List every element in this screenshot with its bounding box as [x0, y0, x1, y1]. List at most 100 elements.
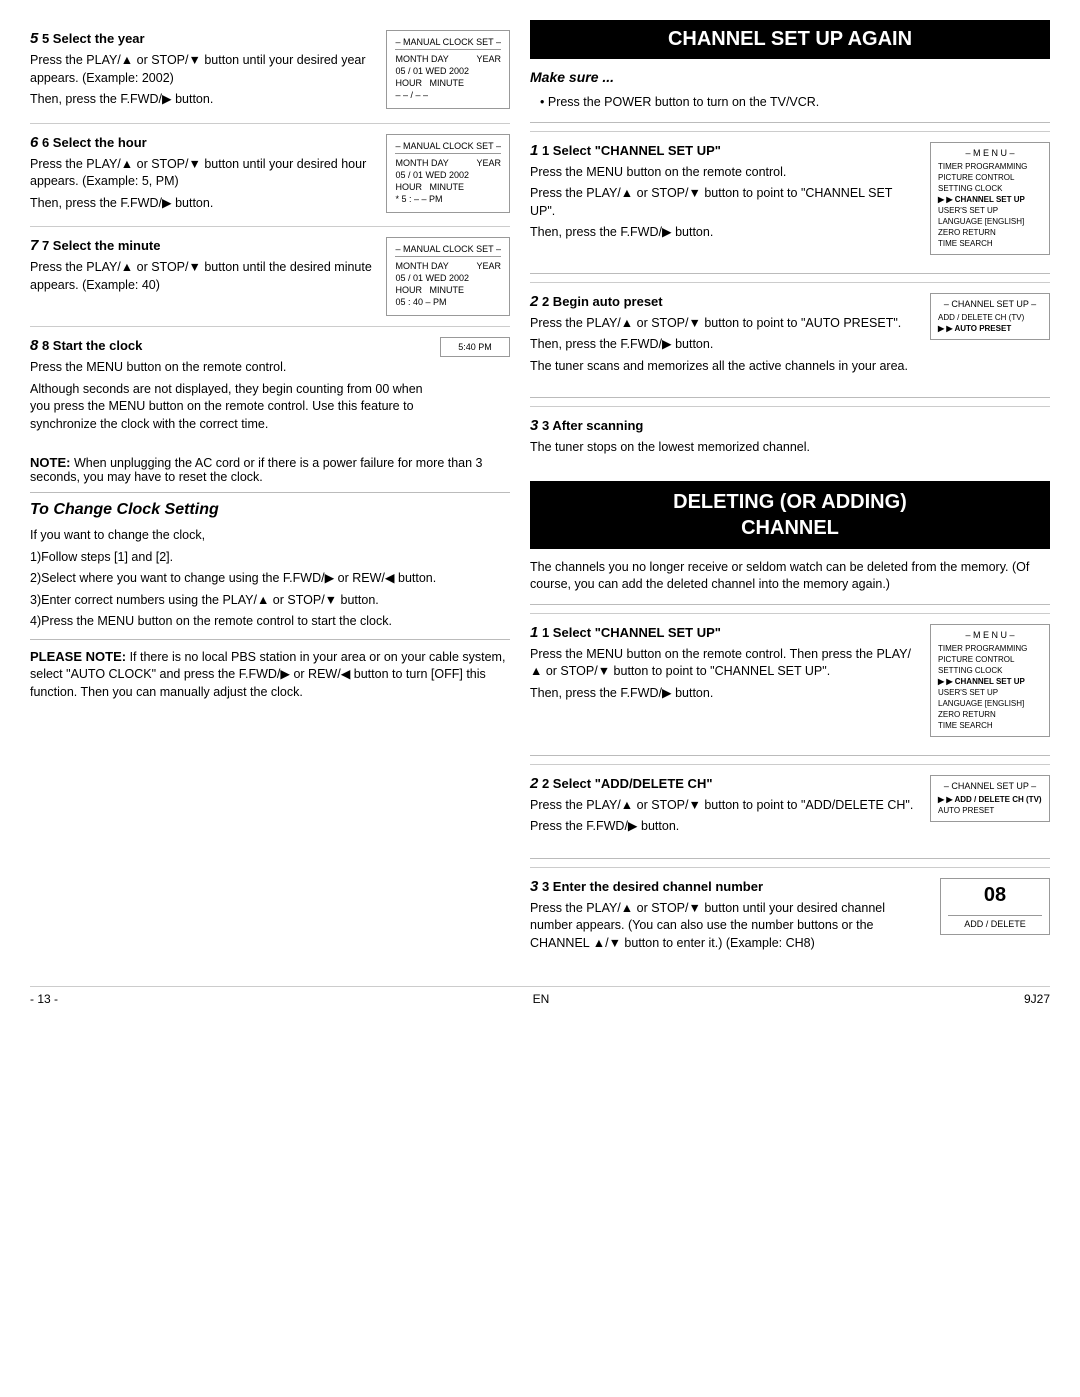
- step5-display: – MANUAL CLOCK SET – MONTH DAY YEAR 05 /…: [386, 30, 510, 109]
- r-step2-menu-title: – CHANNEL SET UP –: [938, 299, 1042, 309]
- to-change-item0: If you want to change the clock,: [30, 527, 510, 545]
- del-step3-title: 3 3 Enter the desired channel number: [530, 878, 930, 895]
- step8-title: 8 8 Start the clock: [30, 337, 430, 354]
- step6-display-title: – MANUAL CLOCK SET –: [395, 141, 501, 154]
- page-container: 5 5 Select the year Press the PLAY/▲ or …: [30, 20, 1050, 966]
- del-step1-menu: – M E N U – TIMER PROGRAMMING PICTURE CO…: [930, 624, 1050, 737]
- to-change-item1: 1)Follow steps [1] and [2].: [30, 549, 510, 567]
- step8-block: 8 8 Start the clock Press the MENU butto…: [30, 326, 510, 447]
- step7-block: 7 7 Select the minute Press the PLAY/▲ o…: [30, 226, 510, 326]
- step5-title: 5 5 Select the year: [30, 30, 376, 47]
- r-step1-body1: Press the MENU button on the remote cont…: [530, 164, 920, 182]
- step6-display: – MANUAL CLOCK SET – MONTH DAY YEAR 05 /…: [386, 134, 510, 213]
- make-sure-bullet: Press the POWER button to turn on the TV…: [540, 93, 1050, 112]
- r-step2-title: 2 2 Begin auto preset: [530, 293, 920, 310]
- menu-item-time-search: TIME SEARCH: [938, 238, 1042, 249]
- deleting-header: DELETING (OR ADDING) CHANNEL: [530, 481, 1050, 549]
- deleting-intro: The channels you no longer receive or se…: [530, 559, 1050, 594]
- del-step3-label: ADD / DELETE: [948, 915, 1042, 929]
- to-change-item3: 3)Enter correct numbers using the PLAY/▲…: [30, 592, 510, 610]
- step5-month-day-label: MONTH DAY: [395, 54, 448, 64]
- r-step3-content: 3 3 After scanning The tuner stops on th…: [530, 417, 1050, 461]
- step7-year: YEAR: [476, 261, 501, 271]
- divider-r3: [530, 397, 1050, 398]
- step6-time-val: * 5 : – – PM: [395, 194, 442, 204]
- footer-page-num: - 13 -: [30, 992, 58, 1006]
- r-step2-body1: Press the PLAY/▲ or STOP/▼ button to poi…: [530, 315, 920, 333]
- step6-content: 6 6 Select the hour Press the PLAY/▲ or …: [30, 134, 376, 217]
- step5-year-label: YEAR: [476, 54, 501, 64]
- r-step1-block: 1 1 Select "CHANNEL SET UP" Press the ME…: [530, 131, 1050, 265]
- del-step2-menu: – CHANNEL SET UP – ▶ ADD / DELETE CH (TV…: [930, 775, 1050, 822]
- menu-item-auto-preset: ▶ AUTO PRESET: [938, 323, 1042, 334]
- note-block: NOTE: When unplugging the AC cord or if …: [30, 455, 510, 484]
- del-step1-menu-title: – M E N U –: [938, 630, 1042, 640]
- page-footer: - 13 - EN 9J27: [30, 986, 1050, 1006]
- step8-body1: Press the MENU button on the remote cont…: [30, 359, 430, 377]
- divider1: [30, 492, 510, 493]
- del-step2-body2: Press the F.FWD/▶ button.: [530, 818, 920, 836]
- make-sure-title: Make sure ...: [530, 69, 1050, 85]
- step6-year: YEAR: [476, 158, 501, 168]
- menu-item-channel-setup: ▶ CHANNEL SET UP: [938, 194, 1042, 205]
- menu-item-zero: ZERO RETURN: [938, 227, 1042, 238]
- please-note-block: PLEASE NOTE: If there is no local PBS st…: [30, 648, 510, 702]
- del-step2-menu-title: – CHANNEL SET UP –: [938, 781, 1042, 791]
- del-step1-body2: Then, press the F.FWD/▶ button.: [530, 685, 920, 703]
- to-change-section: To Change Clock Setting If you want to c…: [30, 501, 510, 631]
- menu-item-add-delete: ADD / DELETE CH (TV): [938, 312, 1042, 323]
- step5-hour-min-label: HOUR MINUTE: [395, 78, 464, 88]
- menu-item-users: USER'S SET UP: [938, 205, 1042, 216]
- to-change-title: To Change Clock Setting: [30, 501, 510, 519]
- r-step1-body3: Then, press the F.FWD/▶ button.: [530, 224, 920, 242]
- divider-r1: [530, 122, 1050, 123]
- del-step1-title: 1 1 Select "CHANNEL SET UP": [530, 624, 920, 641]
- deleting-title-line2: CHANNEL: [741, 517, 839, 539]
- r-step2-menu: – CHANNEL SET UP – ADD / DELETE CH (TV) …: [930, 293, 1050, 340]
- step6-month-day: MONTH DAY: [395, 158, 448, 168]
- r-step3-body: The tuner stops on the lowest memorized …: [530, 439, 1050, 457]
- menu-item-picture: PICTURE CONTROL: [938, 172, 1042, 183]
- step6-block: 6 6 Select the hour Press the PLAY/▲ or …: [30, 123, 510, 227]
- divider-r2: [530, 273, 1050, 274]
- del-step3-display: 08 ADD / DELETE: [940, 878, 1050, 935]
- step6-body1: Press the PLAY/▲ or STOP/▼ button until …: [30, 156, 376, 191]
- footer-lang: EN: [533, 992, 550, 1006]
- step7-content: 7 7 Select the minute Press the PLAY/▲ o…: [30, 237, 376, 298]
- menu-item-language: LANGUAGE [ENGLISH]: [938, 216, 1042, 227]
- r-step2-block: 2 2 Begin auto preset Press the PLAY/▲ o…: [530, 282, 1050, 390]
- footer-model: 9J27: [1024, 992, 1050, 1006]
- del-step1-body1: Press the MENU button on the remote cont…: [530, 646, 920, 681]
- step8-clock-val: 5:40 PM: [458, 342, 492, 352]
- step6-hour-min: HOUR MINUTE: [395, 182, 464, 192]
- divider-r5: [530, 755, 1050, 756]
- r-step1-title: 1 1 Select "CHANNEL SET UP": [530, 142, 920, 159]
- step6-title: 6 6 Select the hour: [30, 134, 376, 151]
- step7-hour-min: HOUR MINUTE: [395, 285, 464, 295]
- step7-month-day: MONTH DAY: [395, 261, 448, 271]
- divider-r6: [530, 858, 1050, 859]
- r-step2-body2: Then, press the F.FWD/▶ button.: [530, 336, 920, 354]
- step7-time-val: 05 : 40 – PM: [395, 297, 446, 307]
- please-note-label: PLEASE NOTE:: [30, 649, 126, 664]
- step7-date-val: 05 / 01 WED 2002: [395, 273, 469, 283]
- r-step1-menu-title: – M E N U –: [938, 148, 1042, 158]
- menu-item-timer: TIMER PROGRAMMING: [938, 161, 1042, 172]
- make-sure-block: Make sure ... Press the POWER button to …: [530, 69, 1050, 112]
- divider2: [30, 639, 510, 640]
- divider-r4: [530, 604, 1050, 605]
- step5-block: 5 5 Select the year Press the PLAY/▲ or …: [30, 20, 510, 123]
- step5-body1: Press the PLAY/▲ or STOP/▼ button until …: [30, 52, 376, 87]
- step7-body1: Press the PLAY/▲ or STOP/▼ button until …: [30, 259, 376, 294]
- del-step3-body1: Press the PLAY/▲ or STOP/▼ button until …: [530, 900, 930, 953]
- del-step2-content: 2 2 Select "ADD/DELETE CH" Press the PLA…: [530, 775, 920, 840]
- step8-content: 8 8 Start the clock Press the MENU butto…: [30, 337, 430, 437]
- left-column: 5 5 Select the year Press the PLAY/▲ or …: [30, 20, 510, 966]
- note-label: NOTE:: [30, 455, 70, 470]
- r-step3-title: 3 3 After scanning: [530, 417, 1050, 434]
- r-step2-content: 2 2 Begin auto preset Press the PLAY/▲ o…: [530, 293, 920, 380]
- step7-title: 7 7 Select the minute: [30, 237, 376, 254]
- del-step3-block: 3 3 Enter the desired channel number Pre…: [530, 867, 1050, 967]
- step6-body2: Then, press the F.FWD/▶ button.: [30, 195, 376, 213]
- step7-display: – MANUAL CLOCK SET – MONTH DAY YEAR 05 /…: [386, 237, 510, 316]
